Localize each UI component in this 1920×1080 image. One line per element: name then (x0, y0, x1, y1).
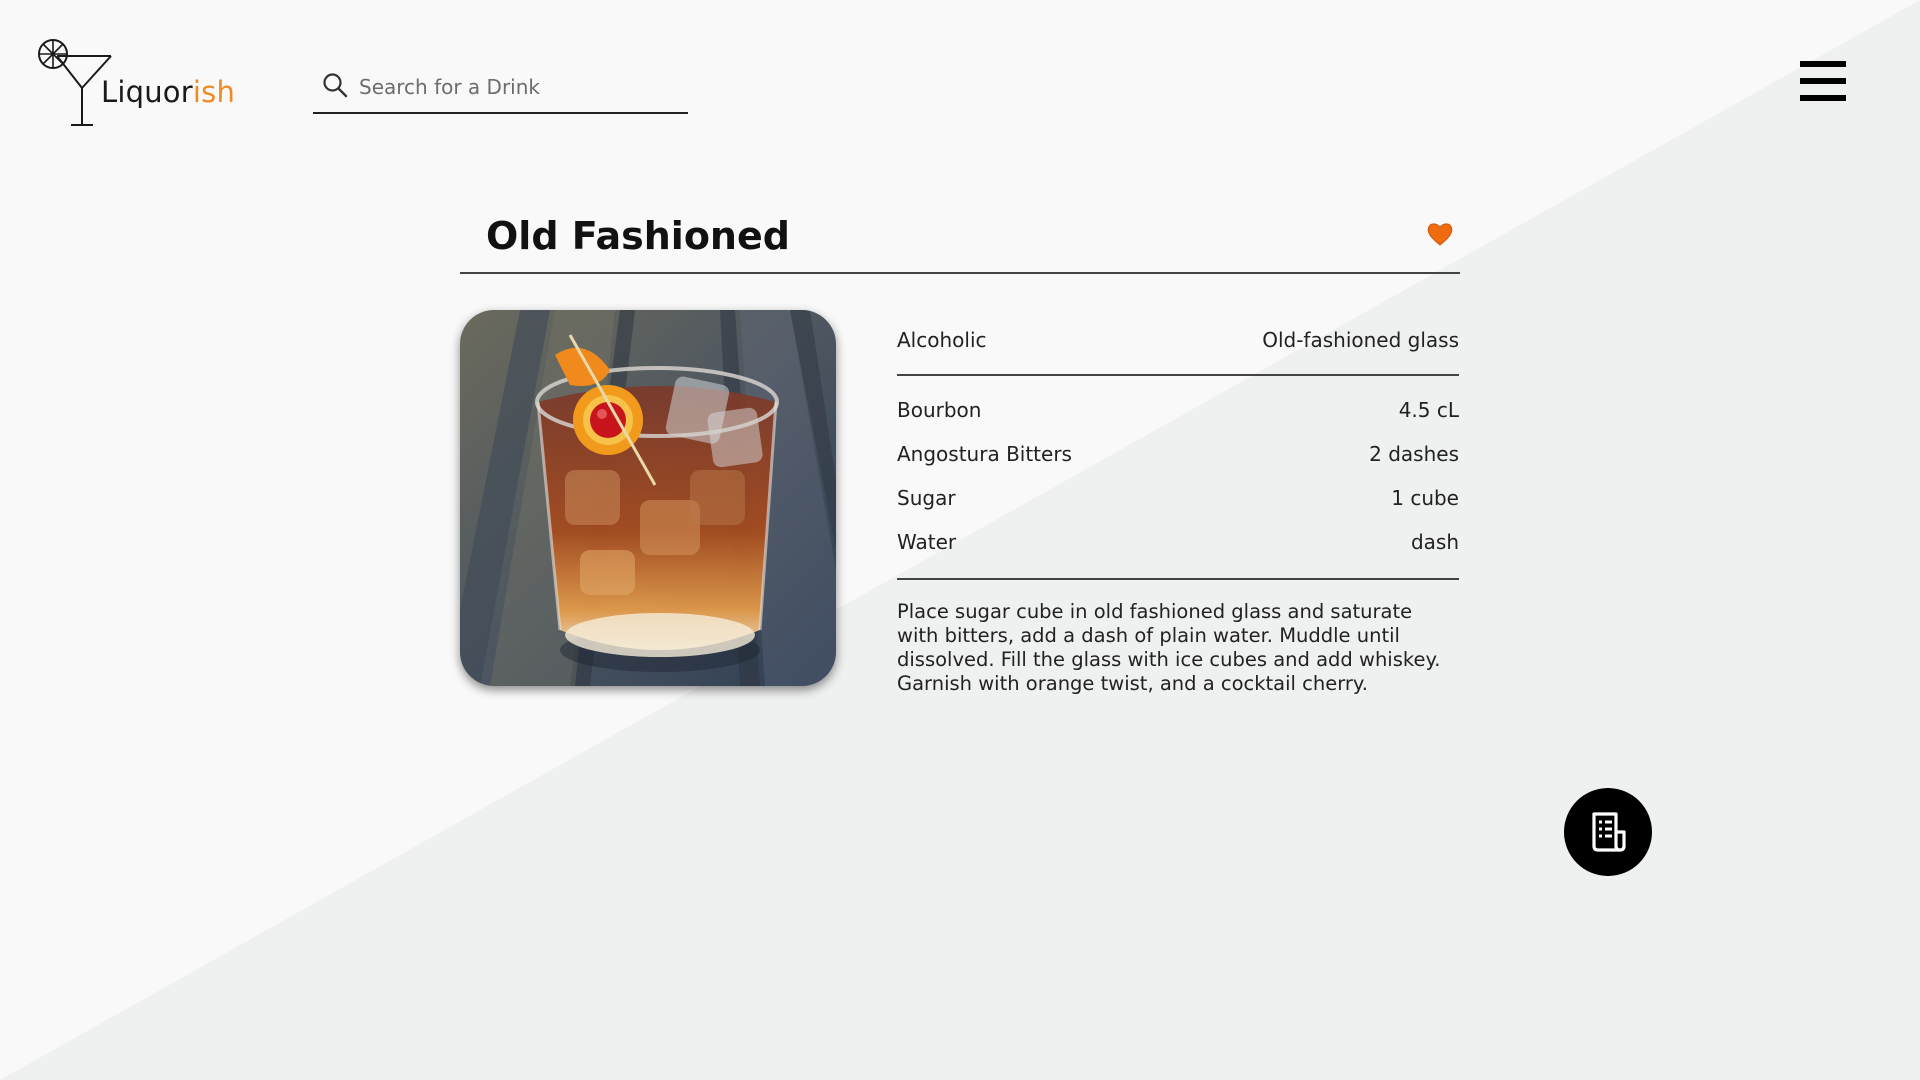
logo-text: Liquorish (101, 75, 235, 109)
ingredient-row: Bourbon 4.5 cL (897, 392, 1459, 436)
drink-instructions: Place sugar cube in old fashioned glass … (897, 600, 1441, 695)
ingredient-row: Angostura Bitters 2 dashes (897, 436, 1459, 480)
recipe-document-icon (1592, 812, 1626, 852)
logo-text-main: Liquor (101, 75, 193, 109)
menu-bar-middle (1800, 78, 1846, 84)
ingredient-amount: 2 dashes (1369, 442, 1459, 466)
ingredient-amount: 1 cube (1391, 486, 1459, 510)
header: Liquorish (0, 0, 1920, 140)
search-bar (313, 66, 688, 114)
drink-glass: Old-fashioned glass (1262, 328, 1459, 352)
drink-image (460, 310, 836, 686)
ingredient-amount: 4.5 cL (1398, 398, 1459, 422)
ingredient-name: Bourbon (897, 398, 982, 422)
ingredient-amount: dash (1410, 530, 1459, 554)
hamburger-menu-icon[interactable] (1800, 61, 1846, 103)
ingredient-row: Sugar 1 cube (897, 480, 1459, 524)
ingredient-row: Water dash (897, 524, 1459, 568)
recipe-fab-button[interactable] (1564, 788, 1652, 876)
menu-bar-top (1800, 61, 1846, 67)
search-icon[interactable] (322, 72, 348, 98)
heart-icon[interactable] (1426, 220, 1454, 248)
ingredient-list: Bourbon 4.5 cL Angostura Bitters 2 dashe… (897, 376, 1459, 580)
logo-text-accent: ish (192, 75, 236, 109)
drink-photo (460, 310, 836, 686)
ingredient-name: Angostura Bitters (897, 442, 1072, 466)
logo[interactable]: Liquorish (37, 36, 237, 131)
search-input[interactable] (357, 70, 681, 104)
drink-type: Alcoholic (897, 328, 987, 352)
ingredient-name: Water (897, 530, 957, 554)
menu-bar-bottom (1800, 95, 1846, 101)
drink-meta: Alcoholic Old-fashioned glass (897, 310, 1459, 376)
title-row: Old Fashioned (460, 200, 1460, 274)
drink-details: Alcoholic Old-fashioned glass Bourbon 4.… (897, 310, 1459, 696)
ingredient-name: Sugar (897, 486, 956, 510)
drink-title: Old Fashioned (486, 214, 790, 258)
